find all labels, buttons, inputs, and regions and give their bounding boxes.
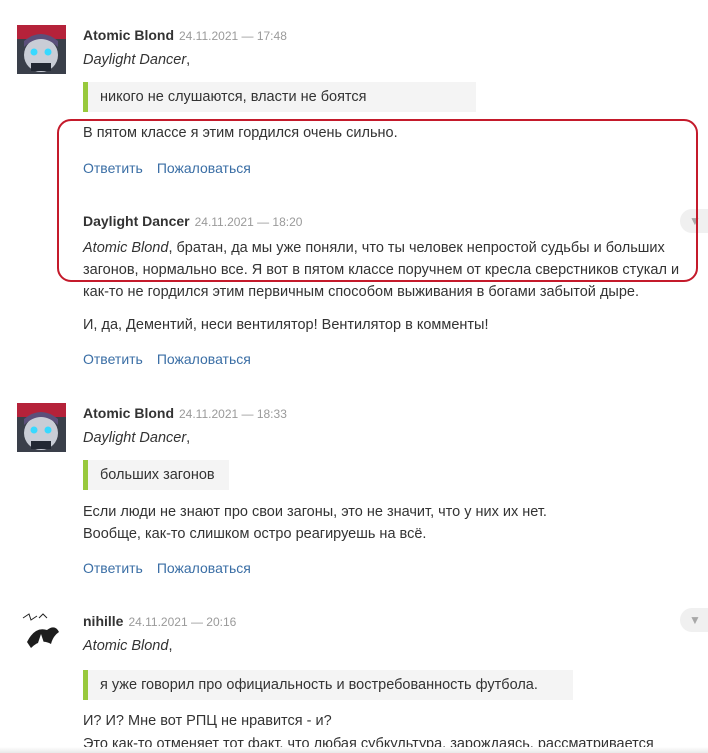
author-name[interactable]: Atomic Blond bbox=[83, 405, 174, 421]
scroll-edge bbox=[0, 747, 708, 753]
quote-block: никого не слушаются, власти не боятся bbox=[83, 82, 476, 112]
reply-link[interactable]: Ответить bbox=[83, 560, 143, 576]
quote-block: я уже говорил про официальность и востре… bbox=[83, 670, 573, 700]
comment-date: 24.11.2021 — 20:16 bbox=[128, 615, 237, 629]
comment-text-line: Atomic Blond, братан, да мы уже поняли, … bbox=[83, 237, 665, 259]
addressee-comma: , bbox=[186, 52, 191, 68]
comment-text-line: как-то не гордился этим первичным способ… bbox=[83, 284, 639, 300]
chevron-down-icon: ▼ bbox=[689, 613, 701, 627]
report-link[interactable]: Пожаловаться bbox=[157, 560, 251, 576]
comment-actions: Ответить Пожаловаться bbox=[83, 351, 251, 367]
avatar-image bbox=[17, 25, 66, 74]
comment-actions: Ответить Пожаловаться bbox=[83, 560, 251, 576]
author-name[interactable]: Atomic Blond bbox=[83, 27, 174, 43]
avatar[interactable] bbox=[17, 403, 66, 452]
chevron-down-icon: ▼ bbox=[689, 214, 701, 228]
author-name[interactable]: Daylight Dancer bbox=[83, 213, 190, 229]
comment-text: В пятом классе я этим гордился очень сил… bbox=[83, 125, 398, 141]
author-name[interactable]: nihille bbox=[83, 613, 123, 629]
avatar-image bbox=[17, 608, 66, 657]
comment-author[interactable]: Atomic Blond 24.11.2021 — 18:33 bbox=[83, 405, 287, 421]
addressee: Daylight Dancer, bbox=[83, 430, 190, 446]
quote-block: больших загонов bbox=[83, 460, 229, 490]
avatar[interactable] bbox=[17, 25, 66, 74]
comment-date: 24.11.2021 — 18:20 bbox=[194, 215, 303, 229]
comment-date: 24.11.2021 — 18:33 bbox=[179, 407, 287, 421]
addressee-name[interactable]: Atomic Blond bbox=[83, 240, 168, 256]
comment-date: 24.11.2021 — 17:48 bbox=[179, 29, 287, 43]
comment-text-line: Если люди не знают про свои загоны, это … bbox=[83, 504, 547, 520]
reply-link[interactable]: Ответить bbox=[83, 160, 143, 176]
comment-author[interactable]: Atomic Blond 24.11.2021 — 17:48 bbox=[83, 27, 287, 43]
reply-link[interactable]: Ответить bbox=[83, 351, 143, 367]
comment-author[interactable]: nihille 24.11.2021 — 20:16 bbox=[83, 613, 236, 629]
addressee-name[interactable]: Atomic Blond bbox=[83, 638, 168, 654]
comment-actions: Ответить Пожаловаться bbox=[83, 160, 251, 176]
comment-text-line: Вообще, как-то слишком остро реагируешь … bbox=[83, 526, 427, 542]
addressee-comma: , bbox=[186, 430, 191, 446]
comment-text-line: загонов, нормально все. Я вот в пятом кл… bbox=[83, 262, 680, 278]
collapse-button[interactable]: ▼ bbox=[680, 608, 708, 632]
report-link[interactable]: Пожаловаться bbox=[157, 351, 251, 367]
comment-text-first-line: , братан, да мы уже поняли, что ты челов… bbox=[168, 240, 665, 256]
addressee-name[interactable]: Daylight Dancer bbox=[83, 52, 186, 68]
comment-text-line: И, да, Дементий, неси вентилятор! Вентил… bbox=[83, 317, 489, 333]
addressee-name[interactable]: Daylight Dancer bbox=[83, 430, 186, 446]
comment-text-line: И? И? Мне вот РПЦ не нравится - и? bbox=[83, 713, 332, 729]
avatar[interactable] bbox=[17, 608, 66, 657]
comment-author[interactable]: Daylight Dancer 24.11.2021 — 18:20 bbox=[83, 213, 302, 229]
avatar-image bbox=[17, 403, 66, 452]
addressee-comma: , bbox=[168, 638, 173, 654]
report-link[interactable]: Пожаловаться bbox=[157, 160, 251, 176]
collapse-button[interactable]: ▼ bbox=[680, 209, 708, 233]
addressee: Atomic Blond, bbox=[83, 638, 172, 654]
addressee: Daylight Dancer, bbox=[83, 52, 190, 68]
